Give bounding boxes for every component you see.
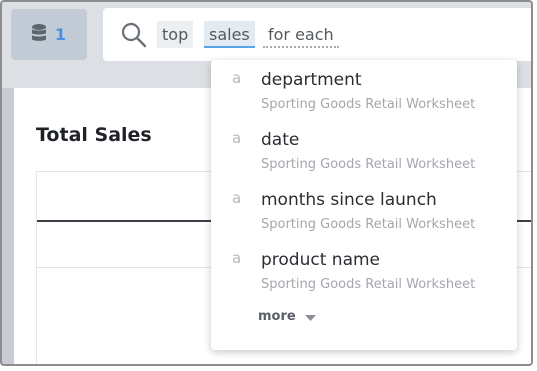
suggestion-item-product-name[interactable]: a product name Sporting Goods Retail Wor… <box>211 242 517 298</box>
attribute-type-icon: a <box>232 69 242 87</box>
data-source-button[interactable]: 1 <box>11 9 87 60</box>
suggestion-item-date[interactable]: a date Sporting Goods Retail Worksheet <box>211 122 517 178</box>
suggestion-source: Sporting Goods Retail Worksheet <box>261 277 476 292</box>
suggestion-name: product name <box>261 250 380 270</box>
suggestion-item-months-since-launch[interactable]: a months since launch Sporting Goods Ret… <box>211 182 517 238</box>
suggestions-dropdown: a department Sporting Goods Retail Works… <box>211 60 517 350</box>
suggestion-source: Sporting Goods Retail Worksheet <box>261 97 476 112</box>
card-title: Total Sales <box>36 124 152 146</box>
attribute-type-icon: a <box>232 129 242 147</box>
search-input[interactable]: top sales for each <box>103 8 531 61</box>
suggestion-source: Sporting Goods Retail Worksheet <box>261 157 476 172</box>
more-label: more <box>258 308 296 324</box>
caret-down-icon <box>304 307 316 326</box>
more-button[interactable]: more <box>258 306 316 326</box>
suggestion-name: months since launch <box>261 190 437 210</box>
attribute-type-icon: a <box>232 189 242 207</box>
suggestion-item-department[interactable]: a department Sporting Goods Retail Works… <box>211 62 517 118</box>
database-icon <box>31 23 46 47</box>
suggestion-name: date <box>261 130 300 150</box>
search-token-for-each[interactable]: for each <box>263 21 339 48</box>
attribute-type-icon: a <box>232 249 242 267</box>
suggestion-name: department <box>261 70 362 90</box>
source-count-badge: 1 <box>54 25 67 44</box>
search-icon <box>121 22 147 52</box>
search-token-sales[interactable]: sales <box>204 21 255 48</box>
app-window: 1 top sales for each Total Sales a depar… <box>0 0 533 366</box>
suggestion-source: Sporting Goods Retail Worksheet <box>261 217 476 232</box>
search-token-top[interactable]: top <box>157 21 194 48</box>
